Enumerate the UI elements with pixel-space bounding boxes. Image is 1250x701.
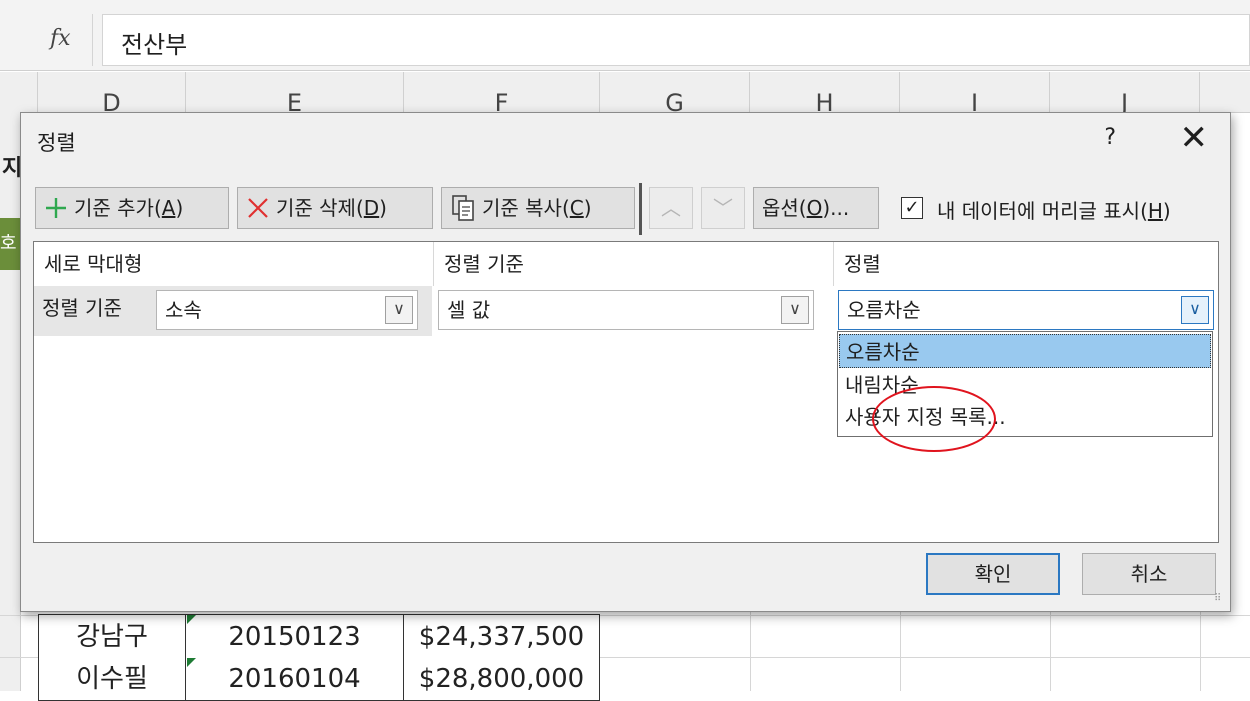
chevron-down-icon[interactable]: ∨ xyxy=(385,296,413,324)
function-icon: fx xyxy=(50,26,71,51)
annotation-circle xyxy=(872,386,996,452)
order-select-value: 오름차순 xyxy=(847,298,921,322)
add-level-label: 기준 추가( xyxy=(74,196,162,220)
dialog-title: 정렬 xyxy=(37,131,76,155)
sort-on-select[interactable]: 셀 값 ∨ xyxy=(438,290,814,330)
copy-level-accesskey: C xyxy=(569,196,584,220)
code-cell[interactable]: 20160104 xyxy=(186,657,404,701)
move-up-button[interactable]: ︿ xyxy=(649,187,693,229)
column-header-i[interactable]: I xyxy=(900,72,1050,112)
column-headers: D E F G H I J xyxy=(0,72,1250,113)
column-heading: 세로 막대형 xyxy=(34,242,434,286)
ok-button[interactable]: 확인 xyxy=(926,553,1060,595)
close-button[interactable]: ✕ xyxy=(1180,119,1209,157)
copy-icon xyxy=(452,195,474,221)
amount-cell[interactable]: $28,800,000 xyxy=(404,657,600,701)
column-header-f[interactable]: F xyxy=(404,72,600,112)
headers-checkbox-tail: ) xyxy=(1162,199,1171,223)
copy-level-label-tail: ) xyxy=(583,196,592,220)
name-cell[interactable]: 강남구 xyxy=(38,614,186,658)
column-select-value: 소속 xyxy=(165,298,202,322)
delete-level-button[interactable]: 기준 삭제(D) xyxy=(237,187,433,229)
delete-level-accesskey: D xyxy=(363,196,380,220)
headers-checkbox-label[interactable]: 내 데이터에 머리글 표시(H) xyxy=(937,195,1171,224)
column-header-h[interactable]: H xyxy=(750,72,900,112)
sort-level-label: 정렬 기준 xyxy=(42,296,122,320)
column-header-g[interactable]: G xyxy=(600,72,750,112)
chevron-down-icon[interactable]: ∨ xyxy=(1181,296,1209,324)
code-cell[interactable]: 20150123 xyxy=(186,614,404,658)
order-option-ascending[interactable]: 오름차순 xyxy=(839,334,1211,368)
delete-level-label-tail: ) xyxy=(379,196,387,220)
name-cell[interactable]: 이수필 xyxy=(38,657,186,701)
headers-checkbox-text: 내 데이터에 머리글 표시( xyxy=(937,199,1148,223)
error-indicator-icon xyxy=(187,658,196,667)
sort-on-heading: 정렬 기준 xyxy=(434,242,834,286)
row-headers xyxy=(0,112,21,691)
delete-x-icon xyxy=(248,198,268,218)
insert-function-button[interactable]: fx xyxy=(26,14,93,66)
chevron-down-icon: ﹀ xyxy=(713,196,733,220)
column-header-partial[interactable] xyxy=(0,72,38,112)
sort-on-select-value: 셀 값 xyxy=(447,298,491,322)
move-down-button[interactable]: ﹀ xyxy=(701,187,745,229)
column-header-j[interactable]: J xyxy=(1050,72,1200,112)
partial-green-cell: 호 xyxy=(0,218,20,270)
column-header-e[interactable]: E xyxy=(186,72,404,112)
order-heading: 정렬 xyxy=(844,252,881,276)
options-accesskey: O xyxy=(806,196,823,220)
resize-grip-icon[interactable]: ⠿ xyxy=(1214,594,1228,609)
options-label: 옵션( xyxy=(762,196,807,220)
add-level-label-tail: ) xyxy=(175,196,184,220)
column-select[interactable]: 소속 ∨ xyxy=(156,290,418,330)
help-button[interactable]: ? xyxy=(1104,125,1116,150)
chevron-up-icon: ︿ xyxy=(661,196,681,220)
copy-level-label: 기준 복사( xyxy=(482,196,570,220)
copy-level-button[interactable]: 기준 복사(C) xyxy=(441,187,635,229)
error-indicator-icon xyxy=(187,615,196,624)
delete-level-label: 기준 삭제( xyxy=(276,196,364,220)
add-level-accesskey: A xyxy=(161,196,176,220)
headers-checkbox[interactable]: ✓ xyxy=(901,197,923,219)
formula-bar: fx 전산부 xyxy=(0,0,1250,71)
options-button[interactable]: 옵션(O)... xyxy=(753,187,879,229)
options-label-tail: )... xyxy=(822,196,850,220)
order-select[interactable]: 오름차순 ∨ xyxy=(838,290,1214,330)
cancel-button[interactable]: 취소 xyxy=(1082,553,1216,595)
formula-input[interactable]: 전산부 xyxy=(102,14,1250,66)
chevron-down-icon[interactable]: ∨ xyxy=(781,296,809,324)
amount-cell[interactable]: $24,337,500 xyxy=(404,614,600,658)
sort-dialog: 정렬 ? ✕ 기준 추가(A) 기준 삭제(D) 기준 복사(C) ︿ ﹀ 옵션… xyxy=(20,112,1231,612)
add-level-button[interactable]: 기준 추가(A) xyxy=(35,187,229,229)
toolbar-separator xyxy=(639,183,642,235)
plus-icon xyxy=(46,198,66,218)
column-header-d[interactable]: D xyxy=(38,72,186,112)
headers-checkbox-accesskey: H xyxy=(1147,199,1163,223)
